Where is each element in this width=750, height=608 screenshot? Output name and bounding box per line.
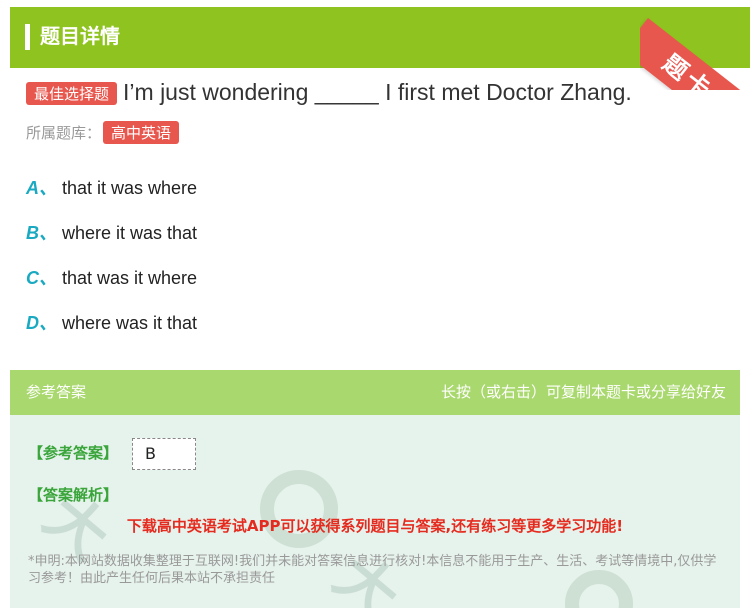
reference-answer-value: B [132,438,196,470]
share-hint: 长按（或右击）可复制本题卡或分享给好友 [440,383,726,401]
option-text: where it was that [62,223,198,243]
answer-analysis-label: 【答案解析】 [28,486,119,504]
header-bar: 题目详情 [10,7,750,68]
option-text: that was it where [62,268,198,288]
option-letter: A、 [26,178,57,198]
question-type-tag: 最佳选择题 [26,82,118,105]
header-accent [25,24,30,50]
answer-title: 参考答案 [26,383,87,401]
question-text: I’m just wondering _____ I first met Doc… [123,79,632,105]
option-letter: D、 [26,313,57,333]
option-a[interactable]: A、 that it was where [26,174,197,202]
source-tag[interactable]: 高中英语 [103,121,180,144]
card-ribbon: 题卡 [640,0,750,90]
option-letter: B、 [26,223,57,243]
disclaimer-text: *申明:本网站数据收集整理于互联网!我们并未能对答案信息进行核对!本信息不能用于… [28,554,717,586]
answer-header: 参考答案 长按（或右击）可复制本题卡或分享给好友 [10,370,740,415]
option-c[interactable]: C、 that was it where [26,264,197,292]
page-title: 题目详情 [40,24,120,48]
question-line: 最佳选择题 I’m just wondering _____ I first me… [26,79,632,107]
source-label: 所属题库： [26,124,102,142]
ribbon-label: 题卡 [657,48,719,90]
answer-panel: 大 大 参考答案 长按（或右击）可复制本题卡或分享给好友 【参考答案】 B 【答… [10,370,740,608]
reference-answer-label: 【参考答案】 [28,444,119,462]
app-promo-link[interactable]: 下载高中英语考试APP可以获得系列题目与答案,还有练习等更多学习功能! [10,515,740,536]
option-text: that it was where [62,178,198,198]
option-b[interactable]: B、 where it was that [26,219,197,247]
option-letter: C、 [26,268,57,288]
watermark-logo [260,470,338,548]
option-text: where was it that [62,313,198,333]
question-source: 所属题库： 高中英语 [26,121,180,144]
option-d[interactable]: D、 where was it that [26,309,197,337]
